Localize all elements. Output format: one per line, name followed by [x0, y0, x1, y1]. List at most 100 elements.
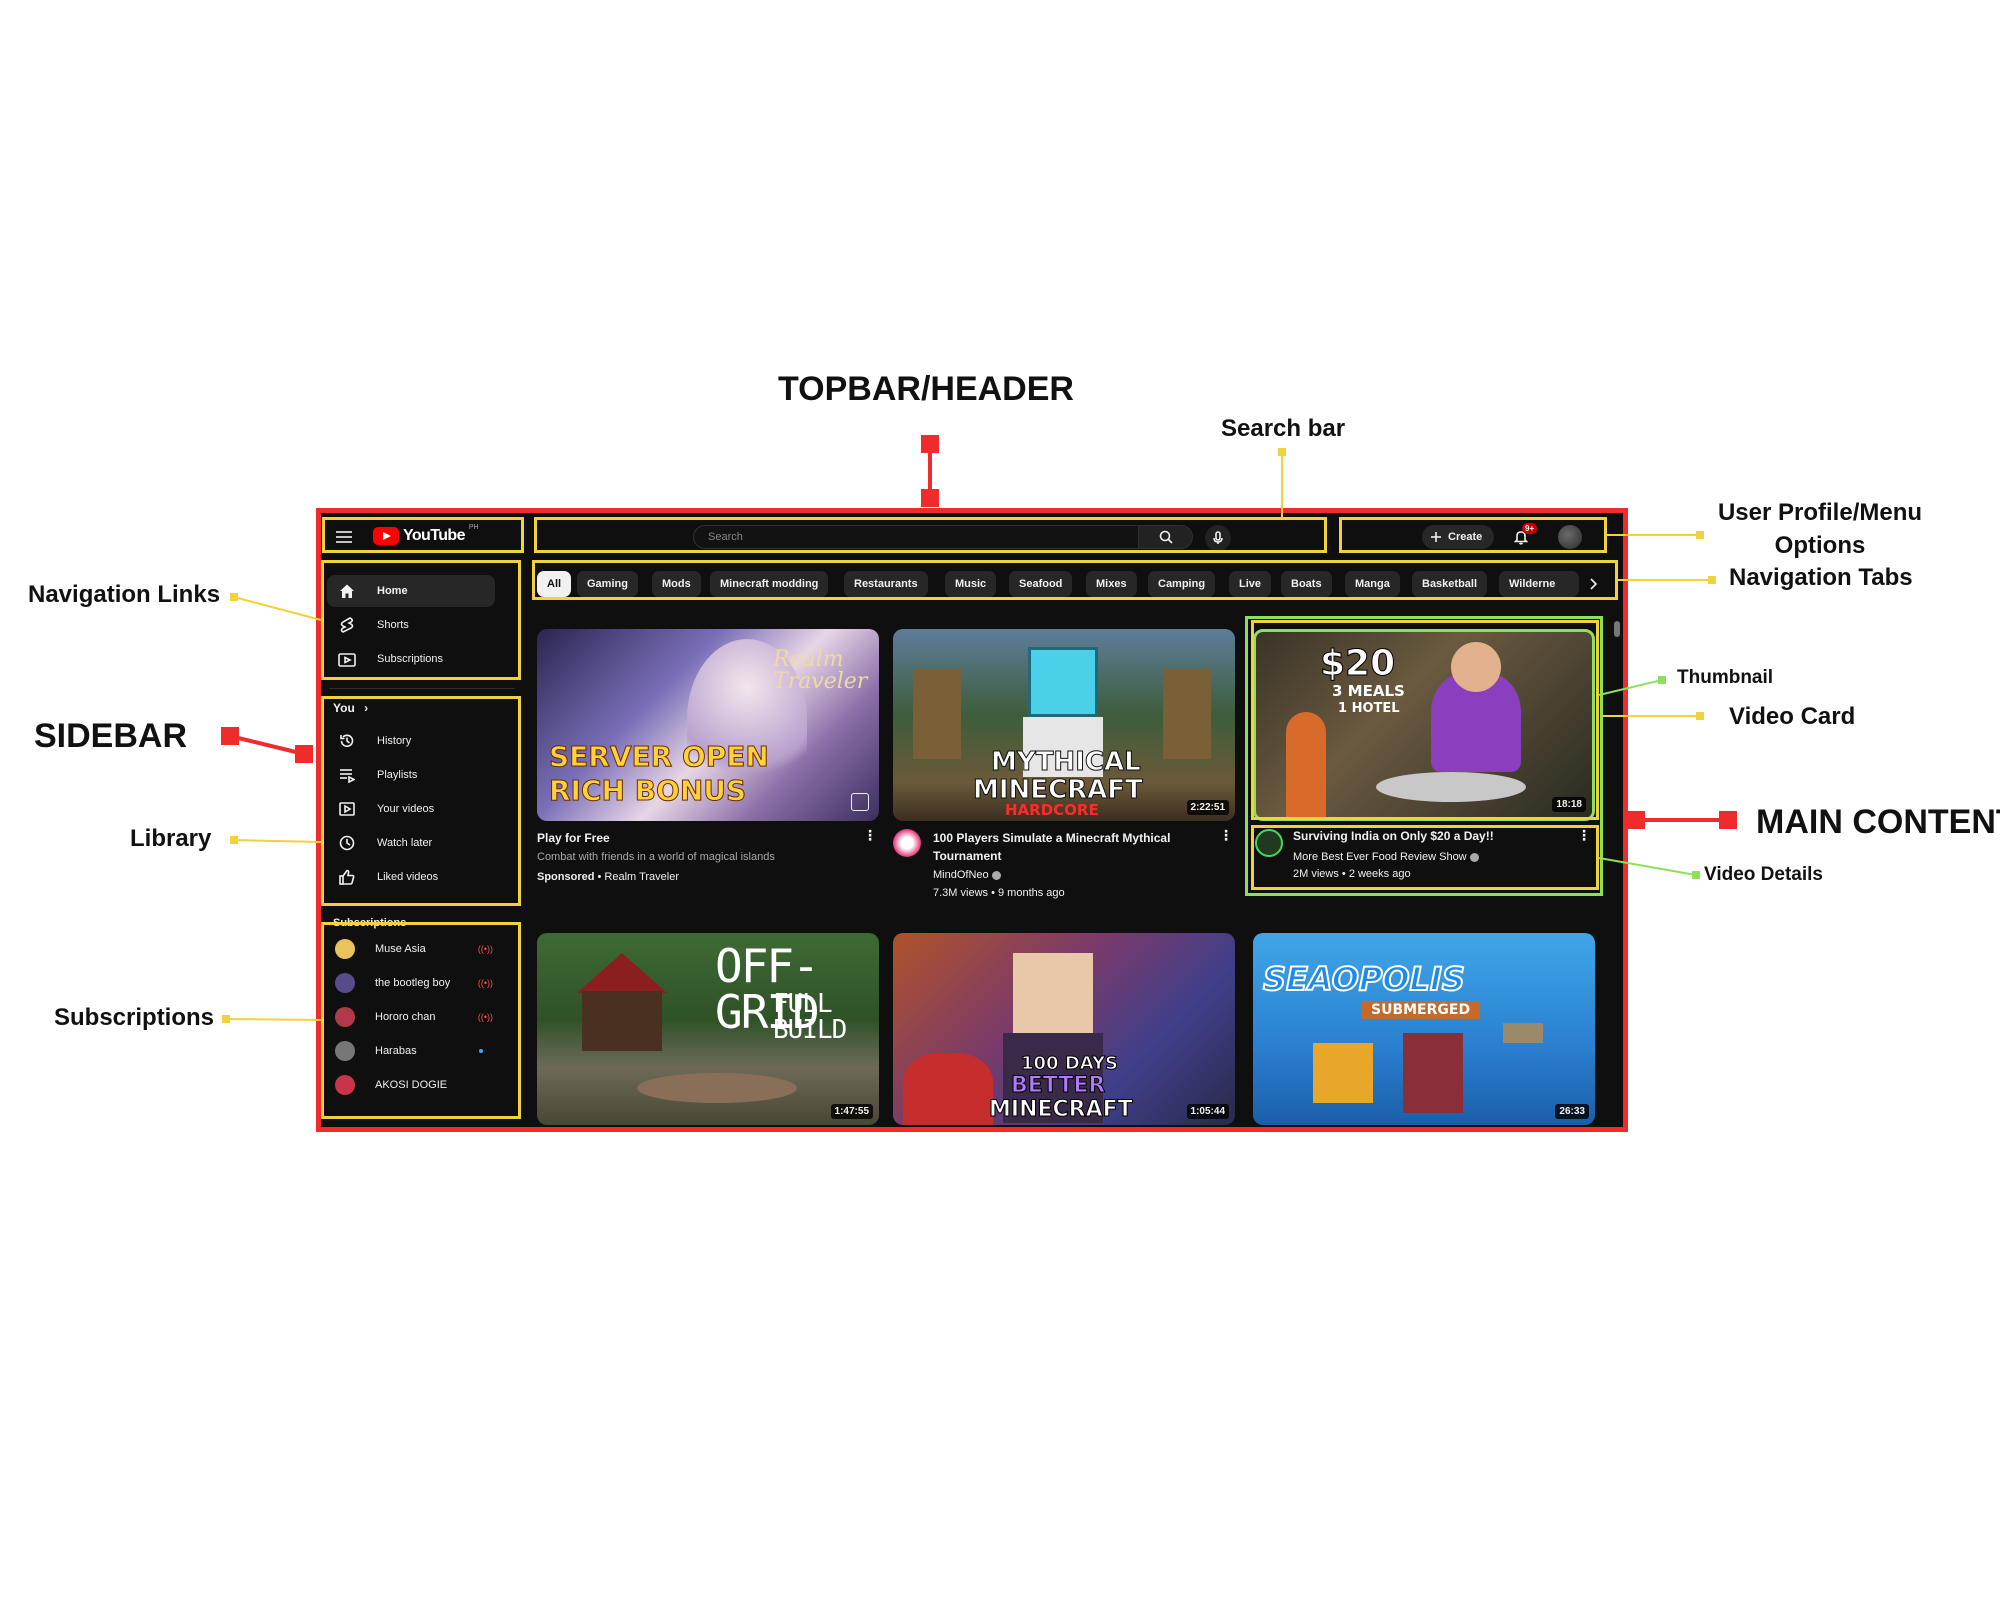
user-avatar[interactable] [1558, 525, 1582, 549]
annotation-video-card: Video Card [1729, 703, 1856, 730]
more-options-icon[interactable]: ⋮ [863, 827, 877, 844]
channel-name[interactable]: MindOfNeo [933, 869, 989, 881]
upload-age: 2 weeks ago [1348, 868, 1411, 880]
annotation-navigation-tabs: Navigation Tabs [1729, 564, 1913, 591]
chip-camping[interactable]: Camping [1148, 571, 1216, 597]
sidebar-item-shorts[interactable]: Shorts [327, 609, 495, 641]
annotation-subscriptions: Subscriptions [54, 1004, 215, 1031]
sidebar-item-label: Liked videos [377, 871, 439, 883]
annotation-main-content: MAIN CONTENT [1756, 803, 2000, 841]
sidebar-item-history[interactable]: History [327, 725, 495, 757]
notifications-button[interactable]: 9+ [1509, 523, 1538, 549]
create-button[interactable]: Create [1422, 525, 1495, 549]
menu-icon[interactable] [335, 529, 353, 545]
annotation-user-profile: User Profile/Menu Options [1717, 499, 1923, 559]
sidebar-divider [329, 903, 515, 904]
channel-avatar[interactable] [893, 829, 921, 857]
channel-name[interactable]: More Best Ever Food Review Show [1293, 851, 1467, 863]
sidebar-item-liked-videos[interactable]: Liked videos [327, 861, 495, 893]
chip-basketball[interactable]: Basketball [1412, 571, 1488, 597]
sidebar-item-label: Playlists [377, 769, 418, 781]
annotation-navigation-links: Navigation Links [28, 581, 221, 608]
sidebar-item-watch-later[interactable]: Watch later [327, 827, 495, 859]
subscriptions-icon [337, 651, 357, 667]
chip-live[interactable]: Live [1229, 571, 1272, 597]
sidebar-subscription-akosi-dogie[interactable]: AKOSI DOGIE [327, 1069, 495, 1101]
video-title[interactable]: Surviving India on Only $20 a Day!! [1293, 827, 1573, 845]
chip-mixes[interactable]: Mixes [1086, 571, 1137, 597]
watch-later-icon [337, 835, 357, 851]
video-thumbnail[interactable]: MYTHICAL MINECRAFT HARDCORE 2:22:51 [893, 629, 1235, 821]
subscription-name: AKOSI DOGIE [375, 1079, 448, 1091]
sidebar-divider [329, 688, 515, 689]
sidebar-item-playlists[interactable]: Playlists [327, 759, 495, 791]
scrollbar-thumb[interactable] [1614, 621, 1620, 637]
voice-search-button[interactable] [1205, 525, 1231, 551]
video-duration: 26:33 [1555, 1104, 1589, 1119]
chip-wilderness[interactable]: Wilderne [1499, 571, 1579, 597]
sidebar-you-heading[interactable]: You › [333, 701, 368, 715]
video-thumbnail[interactable]: $20 3 MEALS 1 HOTEL 18:18 [1253, 629, 1595, 821]
chip-minecraft-modding[interactable]: Minecraft modding [710, 571, 829, 597]
sidebar-item-your-videos[interactable]: Your videos [327, 793, 495, 825]
video-duration: 1:05:44 [1186, 1104, 1229, 1119]
annotation-video-details: Video Details [1704, 864, 1823, 885]
search-input[interactable] [693, 525, 1139, 549]
sidebar-subscription-the-bootleg-boy[interactable]: the bootleg boy ((•)) [327, 967, 495, 999]
chips-next-button[interactable] [1579, 571, 1607, 597]
chip-boats[interactable]: Boats [1281, 571, 1332, 597]
annotation-library: Library [130, 825, 212, 852]
youtube-logo[interactable]: YouTube PH [373, 524, 479, 545]
annotation-thumbnail: Thumbnail [1677, 667, 1774, 688]
sidebar-item-label: Watch later [377, 837, 433, 849]
chip-manga[interactable]: Manga [1345, 571, 1400, 597]
more-options-icon[interactable]: ⋮ [1577, 827, 1591, 844]
chip-gaming[interactable]: Gaming [577, 571, 638, 597]
chip-music[interactable]: Music [945, 571, 997, 597]
thumbnail-text: $20 [1319, 643, 1396, 684]
sidebar-subscription-harabas[interactable]: Harabas [327, 1035, 495, 1067]
chip-mods[interactable]: Mods [652, 571, 701, 597]
live-icon: ((•)) [477, 1012, 493, 1022]
sidebar-subscription-muse-asia[interactable]: Muse Asia ((•)) [327, 933, 495, 965]
playlists-icon [337, 767, 357, 783]
sidebar-item-home[interactable]: Home [327, 575, 495, 607]
video-sponsor-line: Sponsored • Realm Traveler [537, 869, 679, 886]
video-title[interactable]: Play for Free [537, 829, 610, 847]
chip-seafood[interactable]: Seafood [1009, 571, 1073, 597]
video-thumbnail[interactable]: 100 DAYS BETTER MINECRAFT 1:05:44 [893, 933, 1235, 1125]
video-thumbnail[interactable]: SEAOPOLIS SUBMERGED 26:33 [1253, 933, 1595, 1125]
video-title[interactable]: 100 Players Simulate a Minecraft Mythica… [933, 829, 1223, 865]
channel-avatar [335, 973, 355, 993]
channel-line: More Best Ever Food Review Show [1293, 849, 1479, 866]
video-thumbnail[interactable]: Realm Traveler SERVER OPEN RICH BONUS [537, 629, 879, 821]
video-duration: 2:22:51 [1186, 800, 1229, 815]
plus-icon [1431, 532, 1441, 542]
search-button[interactable] [1139, 525, 1193, 549]
chip-restaurants[interactable]: Restaurants [844, 571, 928, 597]
liked-videos-icon [337, 869, 357, 885]
thumbnail-text: SERVER OPEN [549, 740, 770, 773]
verified-icon [991, 870, 1001, 880]
video-duration: 18:18 [1552, 797, 1586, 812]
annotation-search-bar: Search bar [1221, 415, 1346, 442]
channel-name[interactable]: Realm Traveler [604, 871, 679, 883]
view-count: 7.3M views [933, 887, 989, 899]
video-thumbnail[interactable]: OFF-GRID FULL BUILD 1:47:55 [537, 933, 879, 1125]
more-options-icon[interactable]: ⋮ [1219, 827, 1233, 844]
search-icon [1159, 530, 1173, 544]
channel-avatar [335, 1041, 355, 1061]
sponsored-label: Sponsored [537, 871, 595, 883]
video-stats: 7.3M views • 9 months ago [933, 885, 1065, 902]
thumbnail-text: MINECRAFT [989, 1097, 1134, 1122]
live-icon: ((•)) [477, 978, 493, 988]
sidebar-item-label: Your videos [377, 803, 435, 815]
you-heading-label: You [333, 701, 355, 715]
sidebar-subscription-hororo-chan[interactable]: Hororo chan ((•)) [327, 1001, 495, 1033]
video-duration: 1:47:55 [830, 1104, 873, 1119]
video-stats: 2M views • 2 weeks ago [1293, 866, 1411, 883]
chip-all[interactable]: All [537, 571, 572, 597]
thumbnail-text: 3 MEALS [1332, 682, 1405, 700]
sidebar-item-subscriptions[interactable]: Subscriptions [327, 643, 495, 675]
channel-avatar[interactable] [1255, 829, 1283, 857]
